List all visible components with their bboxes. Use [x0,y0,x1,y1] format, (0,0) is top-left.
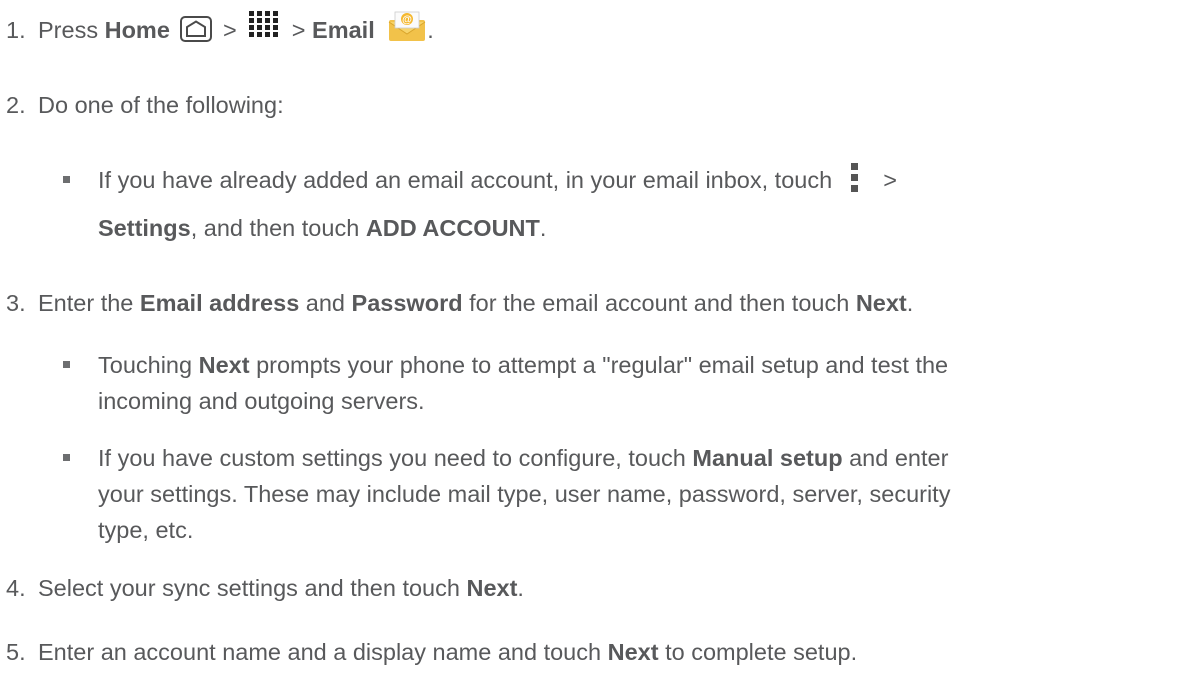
svg-text:@: @ [402,14,412,25]
bullet-text: Touching Next prompts your phone to atte… [98,352,949,378]
bullet-icon [63,361,70,368]
step-number: 5. [6,639,26,665]
overflow-menu-icon [849,161,861,195]
bullet-text: If you have already added an email accou… [98,162,897,199]
email-app-icon: @ [387,10,427,42]
bullet-icon [63,176,70,183]
step-text: Enter an account name and a display name… [38,639,858,665]
step-number: 1. [6,17,26,43]
bullet-text: If you have custom settings you need to … [98,445,949,471]
step-number: 2. [6,92,26,118]
step-number: 3. [6,290,26,316]
apps-grid-icon [247,9,281,39]
step-number: 4. [6,575,26,601]
step-text: Enter the Email address and Password for… [38,290,914,316]
home-key-icon [180,15,213,42]
step-text: Do one of the following: [38,92,284,118]
bullet-icon [63,454,70,461]
step-text: Press Home > > Email @ . [38,9,434,48]
step-text: Select your sync settings and then touch… [38,575,524,601]
